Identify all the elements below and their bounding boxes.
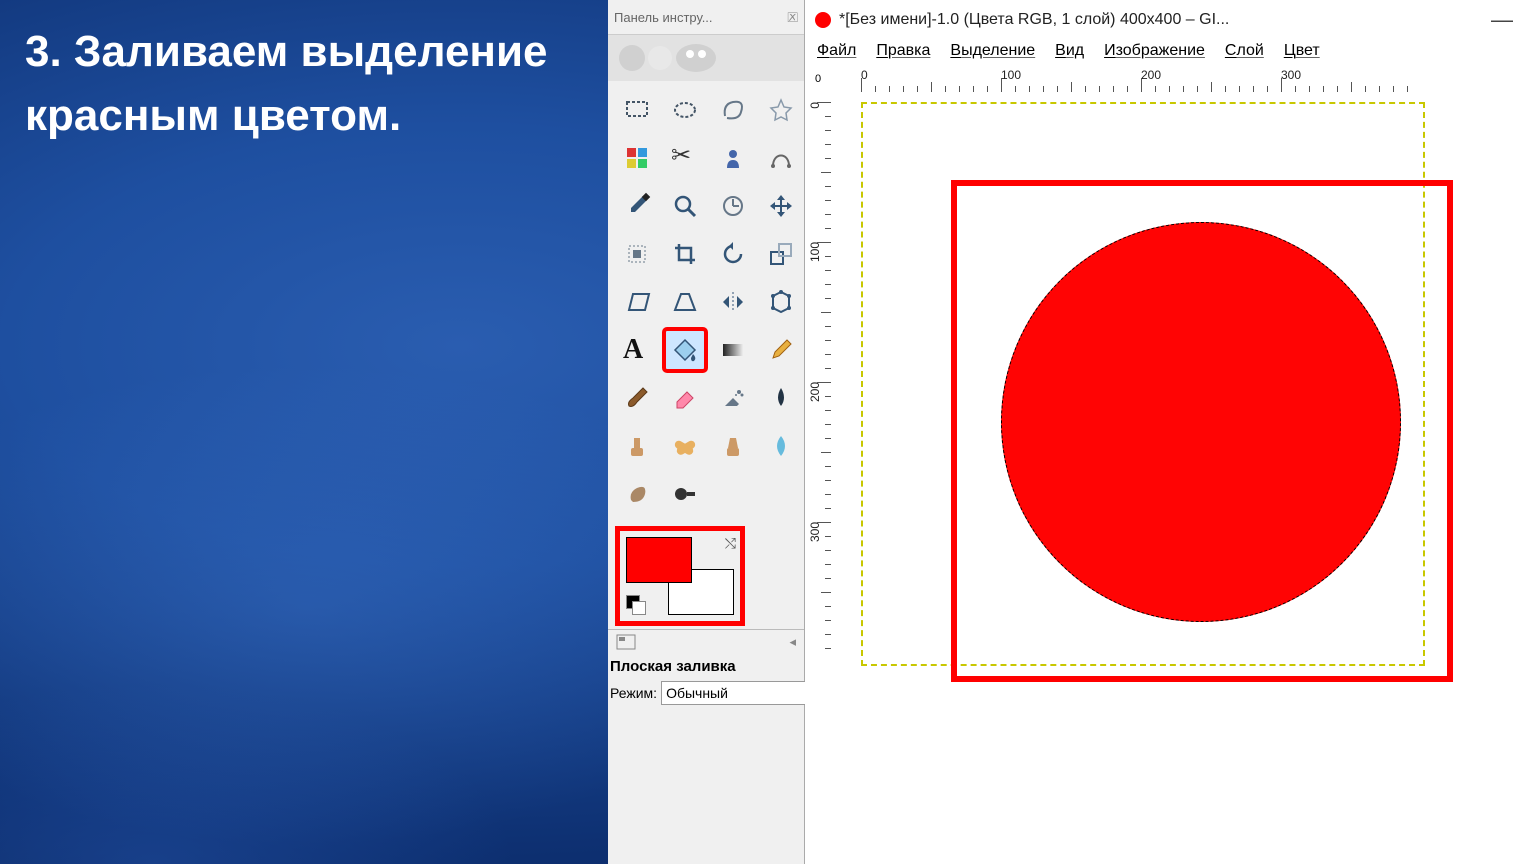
tool-color-picker-icon[interactable] [616, 185, 658, 227]
toolbox-close-icon[interactable]: 🗵 [787, 9, 798, 26]
menu-Цвет[interactable]: Цвет [1284, 42, 1320, 60]
tool-blur-icon[interactable] [760, 425, 802, 467]
vertical-ruler: 0 100 200 300 [805, 92, 832, 864]
tool-pencil-icon[interactable] [760, 329, 802, 371]
tool-cage-icon[interactable] [760, 281, 802, 323]
h-tick-200: 200 [1141, 68, 1161, 82]
tool-perspective-clone-icon[interactable] [712, 425, 754, 467]
tool-dodge-icon[interactable] [664, 473, 706, 515]
h-tick-0: 0 [861, 68, 868, 82]
instruction-text: 3. Заливаем выделение красным цветом. [25, 20, 585, 148]
mode-label: Режим: [610, 685, 657, 701]
tool-eraser-icon[interactable] [664, 377, 706, 419]
tool-heal-icon[interactable] [664, 425, 706, 467]
tool-text-icon[interactable]: A [616, 329, 658, 371]
h-tick-100: 100 [1001, 68, 1021, 82]
horizontal-ruler: 0 100 200 300 [831, 66, 1533, 93]
tool-by-color-select-icon[interactable] [616, 137, 658, 179]
menu-Изображение[interactable]: Изображение [1104, 42, 1205, 60]
ruler-origin: 0 [805, 66, 832, 93]
tool-bucket-fill-icon[interactable] [664, 329, 706, 371]
toolbox-title: Панель инстру... [614, 10, 713, 25]
tool-flip-icon[interactable] [712, 281, 754, 323]
mode-row: Режим: [608, 679, 804, 707]
image-titlebar: *[Без имени]-1.0 (Цвета RGB, 1 слой) 400… [805, 0, 1533, 40]
menu-Выделение[interactable]: Выделение [950, 42, 1035, 60]
menu-Вид[interactable]: Вид [1055, 42, 1084, 60]
toolbox-panel: Панель инстру... 🗵 ✂A ⤭ [608, 0, 805, 864]
wilber-icon [608, 35, 804, 81]
tool-ink-icon[interactable] [760, 377, 802, 419]
tool-shear-icon[interactable] [616, 281, 658, 323]
tool-crop-icon[interactable] [664, 233, 706, 275]
tool-options-title: Плоская заливка [608, 654, 804, 679]
tool-measure-icon[interactable] [712, 185, 754, 227]
menu-Правка[interactable]: Правка [876, 42, 930, 60]
tool-grid: ✂A [608, 81, 804, 523]
image-title: *[Без имени]-1.0 (Цвета RGB, 1 слой) 400… [839, 11, 1473, 29]
gimp-app: Панель инстру... 🗵 ✂A ⤭ [608, 0, 1533, 864]
tool-smudge-icon[interactable] [616, 473, 658, 515]
minimize-button[interactable]: — [1481, 7, 1523, 33]
foreground-color[interactable] [626, 537, 692, 583]
tool-free-select-icon[interactable] [712, 89, 754, 131]
swap-colors-icon[interactable]: ⤭ [725, 535, 736, 552]
tool-foreground-select-icon[interactable] [712, 137, 754, 179]
canvas-view[interactable] [831, 92, 1533, 864]
menu-Файл[interactable]: Файл [817, 42, 856, 60]
dock-tabs: ◂ [608, 629, 804, 654]
h-tick-300: 300 [1281, 68, 1301, 82]
v-tick-200: 200 [808, 382, 822, 402]
default-colors-icon[interactable] [626, 595, 646, 615]
tool-zoom-icon[interactable] [664, 185, 706, 227]
color-selector[interactable]: ⤭ [620, 531, 740, 621]
tool-rotate-icon[interactable] [712, 233, 754, 275]
title-icon [815, 12, 831, 28]
tab-menu-icon[interactable]: ◂ [789, 634, 796, 650]
tool-rect-select-icon[interactable] [616, 89, 658, 131]
tool-fuzzy-select-icon[interactable] [760, 89, 802, 131]
filled-circle [1001, 222, 1401, 622]
tool-perspective-icon[interactable] [664, 281, 706, 323]
tool-align-icon[interactable] [616, 233, 658, 275]
tool-options-tab-icon[interactable] [616, 634, 636, 650]
tool-blend-icon[interactable] [712, 329, 754, 371]
tool-paths-icon[interactable] [760, 137, 802, 179]
tool-paintbrush-icon[interactable] [616, 377, 658, 419]
tool-scale-icon[interactable] [760, 233, 802, 275]
v-tick-0: 0 [808, 102, 822, 109]
v-tick-300: 300 [808, 522, 822, 542]
image-window: *[Без имени]-1.0 (Цвета RGB, 1 слой) 400… [805, 0, 1533, 864]
tool-scissors-icon[interactable]: ✂ [664, 137, 706, 179]
toolbox-titlebar: Панель инстру... 🗵 [608, 0, 804, 35]
v-tick-100: 100 [808, 242, 822, 262]
tool-ellipse-select-icon[interactable] [664, 89, 706, 131]
tool-airbrush-icon[interactable] [712, 377, 754, 419]
menu-Слой[interactable]: Слой [1225, 42, 1264, 60]
tool-move-icon[interactable] [760, 185, 802, 227]
tool-clone-icon[interactable] [616, 425, 658, 467]
menubar: Файл Правка Выделение Вид Изображение Слой Цве… [805, 40, 1533, 66]
